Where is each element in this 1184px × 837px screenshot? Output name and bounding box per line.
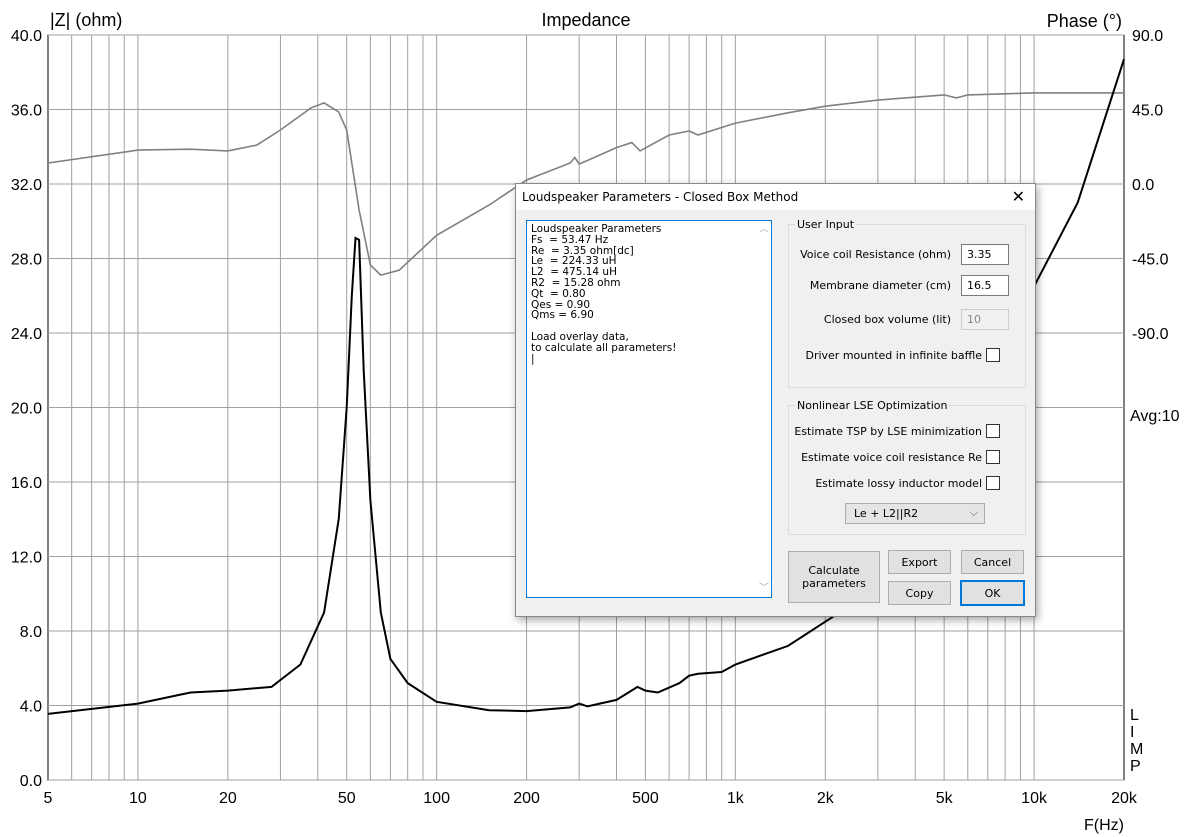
y-tick-label: 20.0 — [11, 401, 42, 418]
tsp-checkbox[interactable] — [986, 424, 1000, 438]
voice-coil-input[interactable]: 3.35 — [961, 244, 1009, 265]
inductor-model-select[interactable]: Le + L2||R2 ⌵ — [845, 503, 985, 524]
lossy-checkbox[interactable] — [986, 476, 1000, 490]
y-axis-label: |Z| (ohm) — [50, 10, 122, 30]
y-tick-label: 8.0 — [20, 624, 42, 641]
ok-button[interactable]: OK — [960, 580, 1025, 606]
dialog-title: Loudspeaker Parameters - Closed Box Meth… — [522, 190, 799, 204]
side-letter: M — [1130, 741, 1143, 758]
membrane-label: Membrane diameter (cm) — [809, 279, 951, 292]
scroll-up-icon[interactable]: ︿ — [759, 224, 769, 236]
x-tick-label: 5k — [936, 790, 954, 807]
copy-button[interactable]: Copy — [888, 581, 951, 605]
y-tick-label: 40.0 — [11, 28, 42, 45]
x-tick-label: 10k — [1021, 790, 1048, 807]
export-button[interactable]: Export — [888, 550, 951, 574]
y-tick-label: 28.0 — [11, 252, 42, 269]
re-label: Estimate voice coil resistance Re — [801, 450, 982, 464]
box-volume-input[interactable]: 10 — [961, 309, 1009, 330]
y2-axis-label: Phase (°) — [1047, 11, 1122, 31]
avg-label: Avg:10 — [1130, 408, 1180, 425]
baffle-label: Driver mounted in infinite baffle — [805, 348, 982, 362]
side-letter: L — [1130, 707, 1139, 724]
lse-group: Nonlinear LSE Optimization Estimate TSP … — [788, 399, 1026, 535]
x-tick-label: 500 — [632, 790, 659, 807]
y-tick-label: 0.0 — [20, 773, 42, 790]
x-tick-label: 20 — [219, 790, 237, 807]
close-icon[interactable]: ✕ — [1012, 187, 1025, 206]
side-letter: I — [1130, 724, 1134, 741]
output-text: Loudspeaker Parameters Fs = 53.47 Hz Re … — [531, 223, 677, 365]
lossy-label: Estimate lossy inductor model — [815, 476, 982, 490]
chevron-down-icon: ⌵ — [969, 506, 978, 519]
group-title: User Input — [795, 218, 857, 231]
x-tick-label: 100 — [423, 790, 450, 807]
x-tick-label: 2k — [817, 790, 835, 807]
y-tick-label: 16.0 — [11, 475, 42, 492]
dialog-title-bar: Loudspeaker Parameters - Closed Box Meth… — [516, 184, 1035, 210]
y-tick-label: 32.0 — [11, 177, 42, 194]
y-tick-label: 12.0 — [11, 550, 42, 567]
re-checkbox[interactable] — [986, 450, 1000, 464]
voice-coil-label: Voice coil Resistance (ohm) — [800, 248, 951, 261]
x-tick-label: 1k — [727, 790, 745, 807]
y2-tick-label: -90.0 — [1132, 326, 1169, 343]
x-tick-label: 50 — [338, 790, 356, 807]
y2-tick-label: -45.0 — [1132, 252, 1169, 269]
x-tick-label: 5 — [44, 790, 53, 807]
scroll-down-icon[interactable]: ﹀ — [759, 583, 769, 595]
y-tick-label: 36.0 — [11, 103, 42, 120]
group-title: Nonlinear LSE Optimization — [795, 399, 950, 412]
y2-tick-label: 90.0 — [1132, 28, 1163, 45]
y-tick-label: 24.0 — [11, 326, 42, 343]
cancel-button[interactable]: Cancel — [961, 550, 1024, 574]
calculate-parameters-button[interactable]: Calculate parameters — [788, 551, 880, 603]
tsp-label: Estimate TSP by LSE minimization — [794, 424, 982, 438]
y-tick-label: 4.0 — [20, 699, 42, 716]
user-input-group: User Input Voice coil Resistance (ohm) 3.… — [788, 218, 1026, 388]
x-axis-label: F(Hz) — [1084, 817, 1124, 834]
membrane-diameter-input[interactable]: 16.5 — [961, 275, 1009, 296]
y2-tick-label: 45.0 — [1132, 103, 1163, 120]
parameters-output-textarea[interactable]: Loudspeaker Parameters Fs = 53.47 Hz Re … — [526, 220, 772, 598]
box-volume-label: Closed box volume (lit) — [823, 313, 951, 326]
y2-tick-label: 0.0 — [1132, 177, 1154, 194]
side-letter: P — [1130, 758, 1141, 775]
x-tick-label: 10 — [129, 790, 147, 807]
baffle-checkbox[interactable] — [986, 348, 1000, 362]
x-tick-label: 200 — [513, 790, 540, 807]
loudspeaker-parameters-dialog: Loudspeaker Parameters - Closed Box Meth… — [515, 183, 1036, 617]
chart-title: Impedance — [541, 10, 630, 30]
selected-model: Le + L2||R2 — [854, 507, 919, 520]
x-tick-label: 20k — [1111, 790, 1138, 807]
